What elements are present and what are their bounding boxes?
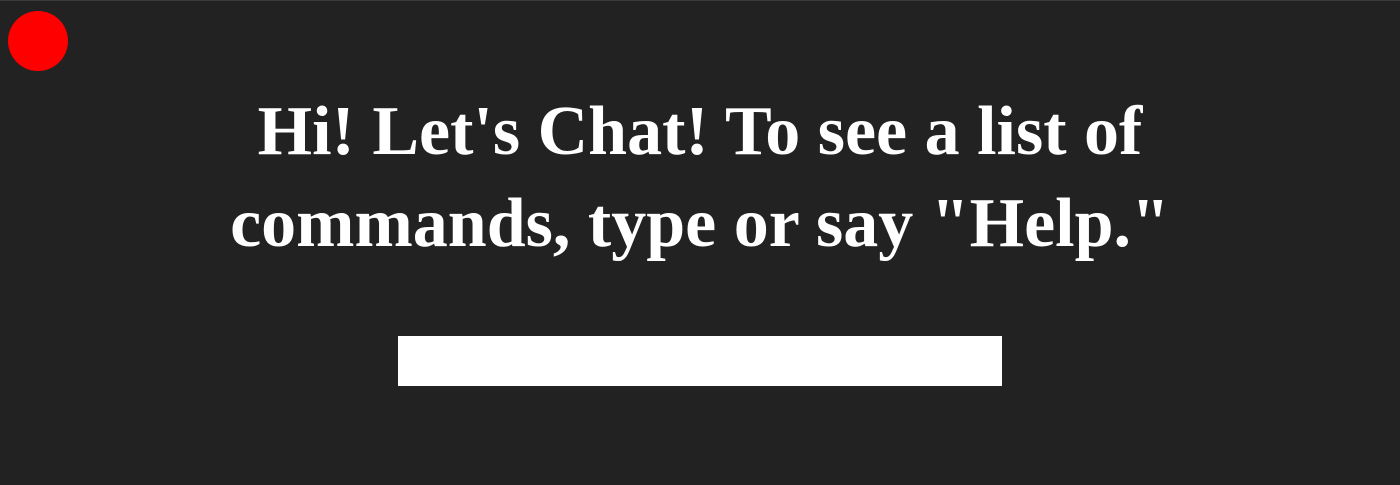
- top-divider: [0, 0, 1400, 1]
- greeting-message: Hi! Let's Chat! To see a list of command…: [230, 93, 1170, 262]
- mic-record-button[interactable]: [8, 11, 68, 71]
- chat-input[interactable]: [398, 336, 1002, 386]
